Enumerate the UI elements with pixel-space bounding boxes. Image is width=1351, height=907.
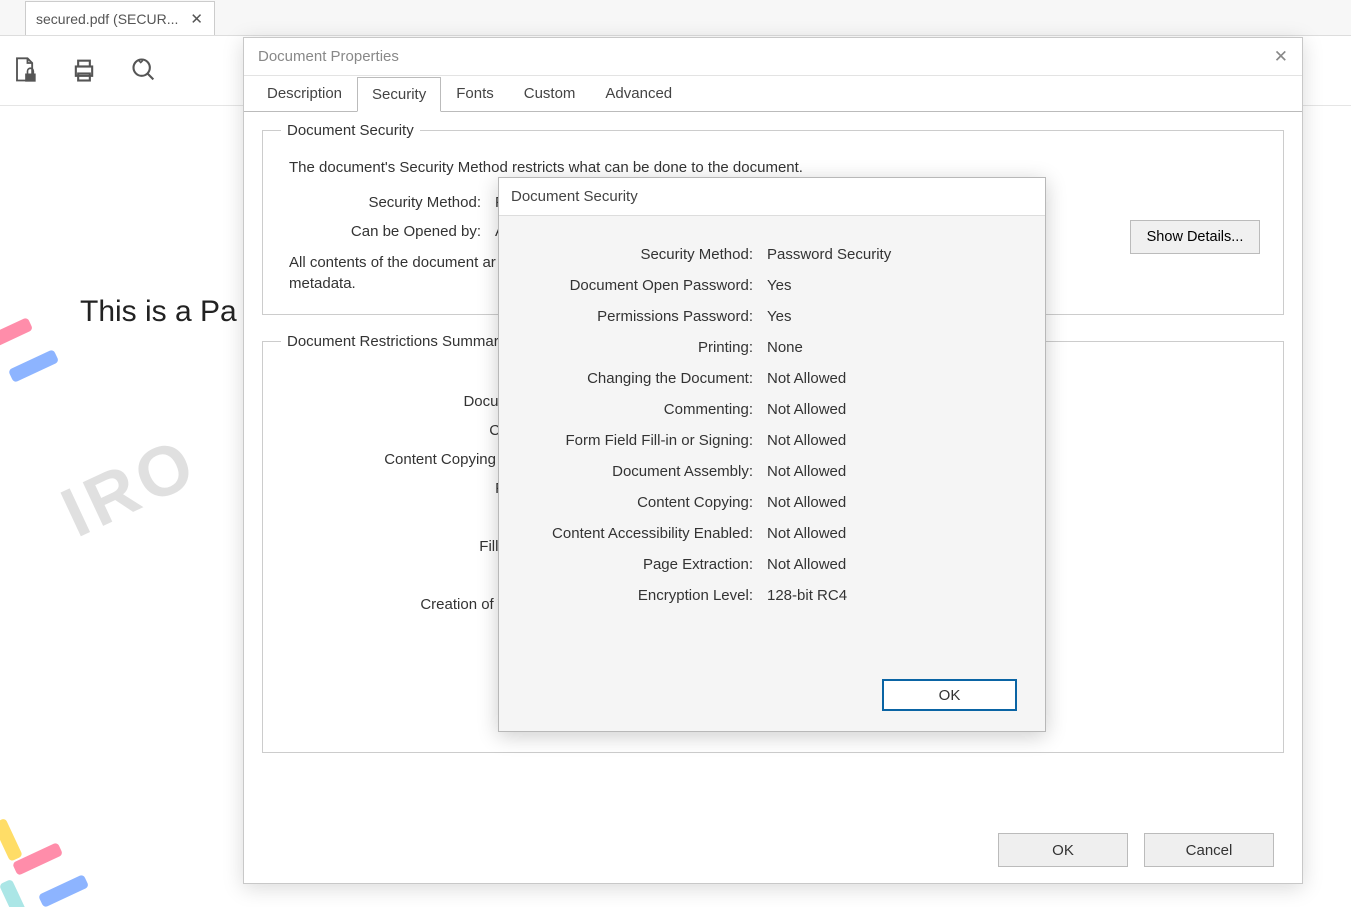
detail-label: Form Field Fill-in or Signing: — [523, 432, 753, 449]
dialog-tabs: Description Security Fonts Custom Advanc… — [244, 76, 1302, 111]
document-security-details-dialog: Document Security Security Method: Passwo… — [498, 177, 1046, 732]
detail-label: Permissions Password: — [523, 308, 753, 325]
dialog-title: Document Properties — [258, 48, 399, 65]
detail-value: None — [767, 339, 803, 356]
detail-value: Not Allowed — [767, 494, 846, 511]
tab-custom[interactable]: Custom — [509, 76, 591, 111]
detail-value: Yes — [767, 277, 791, 294]
security-detail-row: Page Extraction: Not Allowed — [523, 556, 1021, 573]
document-tab[interactable]: secured.pdf (SECUR... ✕ — [25, 1, 215, 35]
ok-button[interactable]: OK — [998, 833, 1128, 867]
security-detail-row: Security Method: Password Security — [523, 246, 1021, 263]
security-detail-row: Content Copying: Not Allowed — [523, 494, 1021, 511]
document-body-text: This is a Pa — [80, 295, 237, 329]
detail-label: Commenting: — [523, 401, 753, 418]
tab-advanced[interactable]: Advanced — [590, 76, 687, 111]
print-icon[interactable] — [70, 56, 100, 86]
detail-label: Security Method: — [523, 246, 753, 263]
detail-label: Encryption Level: — [523, 587, 753, 604]
close-icon[interactable]: ✕ — [1274, 47, 1288, 67]
detail-value: Not Allowed — [767, 370, 846, 387]
detail-label: Document Assembly: — [523, 463, 753, 480]
group-legend: Document Security — [281, 122, 420, 139]
detail-label: Changing the Document: — [523, 370, 753, 387]
ok-button[interactable]: OK — [882, 679, 1017, 711]
detail-label: Printing: — [523, 339, 753, 356]
security-detail-row: Form Field Fill-in or Signing: Not Allowe… — [523, 432, 1021, 449]
security-detail-row: Permissions Password: Yes — [523, 308, 1021, 325]
security-detail-row: Encryption Level: 128-bit RC4 — [523, 587, 1021, 604]
zoom-icon[interactable] — [130, 56, 160, 86]
detail-value: Not Allowed — [767, 525, 846, 542]
security-intro-text: The document's Security Method restricts… — [289, 159, 1265, 176]
document-tab-title: secured.pdf (SECUR... — [36, 11, 178, 27]
detail-label: Page Extraction: — [523, 556, 753, 573]
detail-value: Password Security — [767, 246, 891, 263]
detail-value: Not Allowed — [767, 463, 846, 480]
cancel-button[interactable]: Cancel — [1144, 833, 1274, 867]
security-detail-row: Printing: None — [523, 339, 1021, 356]
dialog-title: Document Security — [511, 188, 638, 205]
security-details-list: Security Method: Password Security Documen… — [499, 216, 1045, 626]
detail-value: 128-bit RC4 — [767, 587, 847, 604]
security-detail-row: Content Accessibility Enabled: Not Allowe… — [523, 525, 1021, 542]
detail-label: Document Open Password: — [523, 277, 753, 294]
tab-description[interactable]: Description — [252, 76, 357, 111]
detail-value: Not Allowed — [767, 556, 846, 573]
detail-value: Yes — [767, 308, 791, 325]
show-details-button[interactable]: Show Details... — [1130, 220, 1260, 254]
dialog-titlebar: Document Properties ✕ — [244, 38, 1302, 76]
security-detail-row: Document Open Password: Yes — [523, 277, 1021, 294]
group-legend: Document Restrictions Summary — [281, 333, 512, 350]
detail-value: Not Allowed — [767, 432, 846, 449]
security-method-label: Security Method: — [311, 194, 481, 211]
security-detail-row: Document Assembly: Not Allowed — [523, 463, 1021, 480]
dialog-titlebar: Document Security — [499, 178, 1045, 216]
security-detail-row: Commenting: Not Allowed — [523, 401, 1021, 418]
document-tab-bar: secured.pdf (SECUR... ✕ — [0, 0, 1351, 36]
tab-fonts[interactable]: Fonts — [441, 76, 509, 111]
detail-label: Content Copying: — [523, 494, 753, 511]
close-icon[interactable]: ✕ — [190, 10, 203, 28]
detail-label: Content Accessibility Enabled: — [523, 525, 753, 542]
detail-value: Not Allowed — [767, 401, 846, 418]
can-open-label: Can be Opened by: — [311, 223, 481, 240]
security-detail-row: Changing the Document: Not Allowed — [523, 370, 1021, 387]
tab-security[interactable]: Security — [357, 77, 441, 112]
file-lock-icon[interactable] — [10, 56, 40, 86]
dialog-footer: OK Cancel — [998, 833, 1274, 867]
watermark-graphic — [0, 787, 180, 907]
